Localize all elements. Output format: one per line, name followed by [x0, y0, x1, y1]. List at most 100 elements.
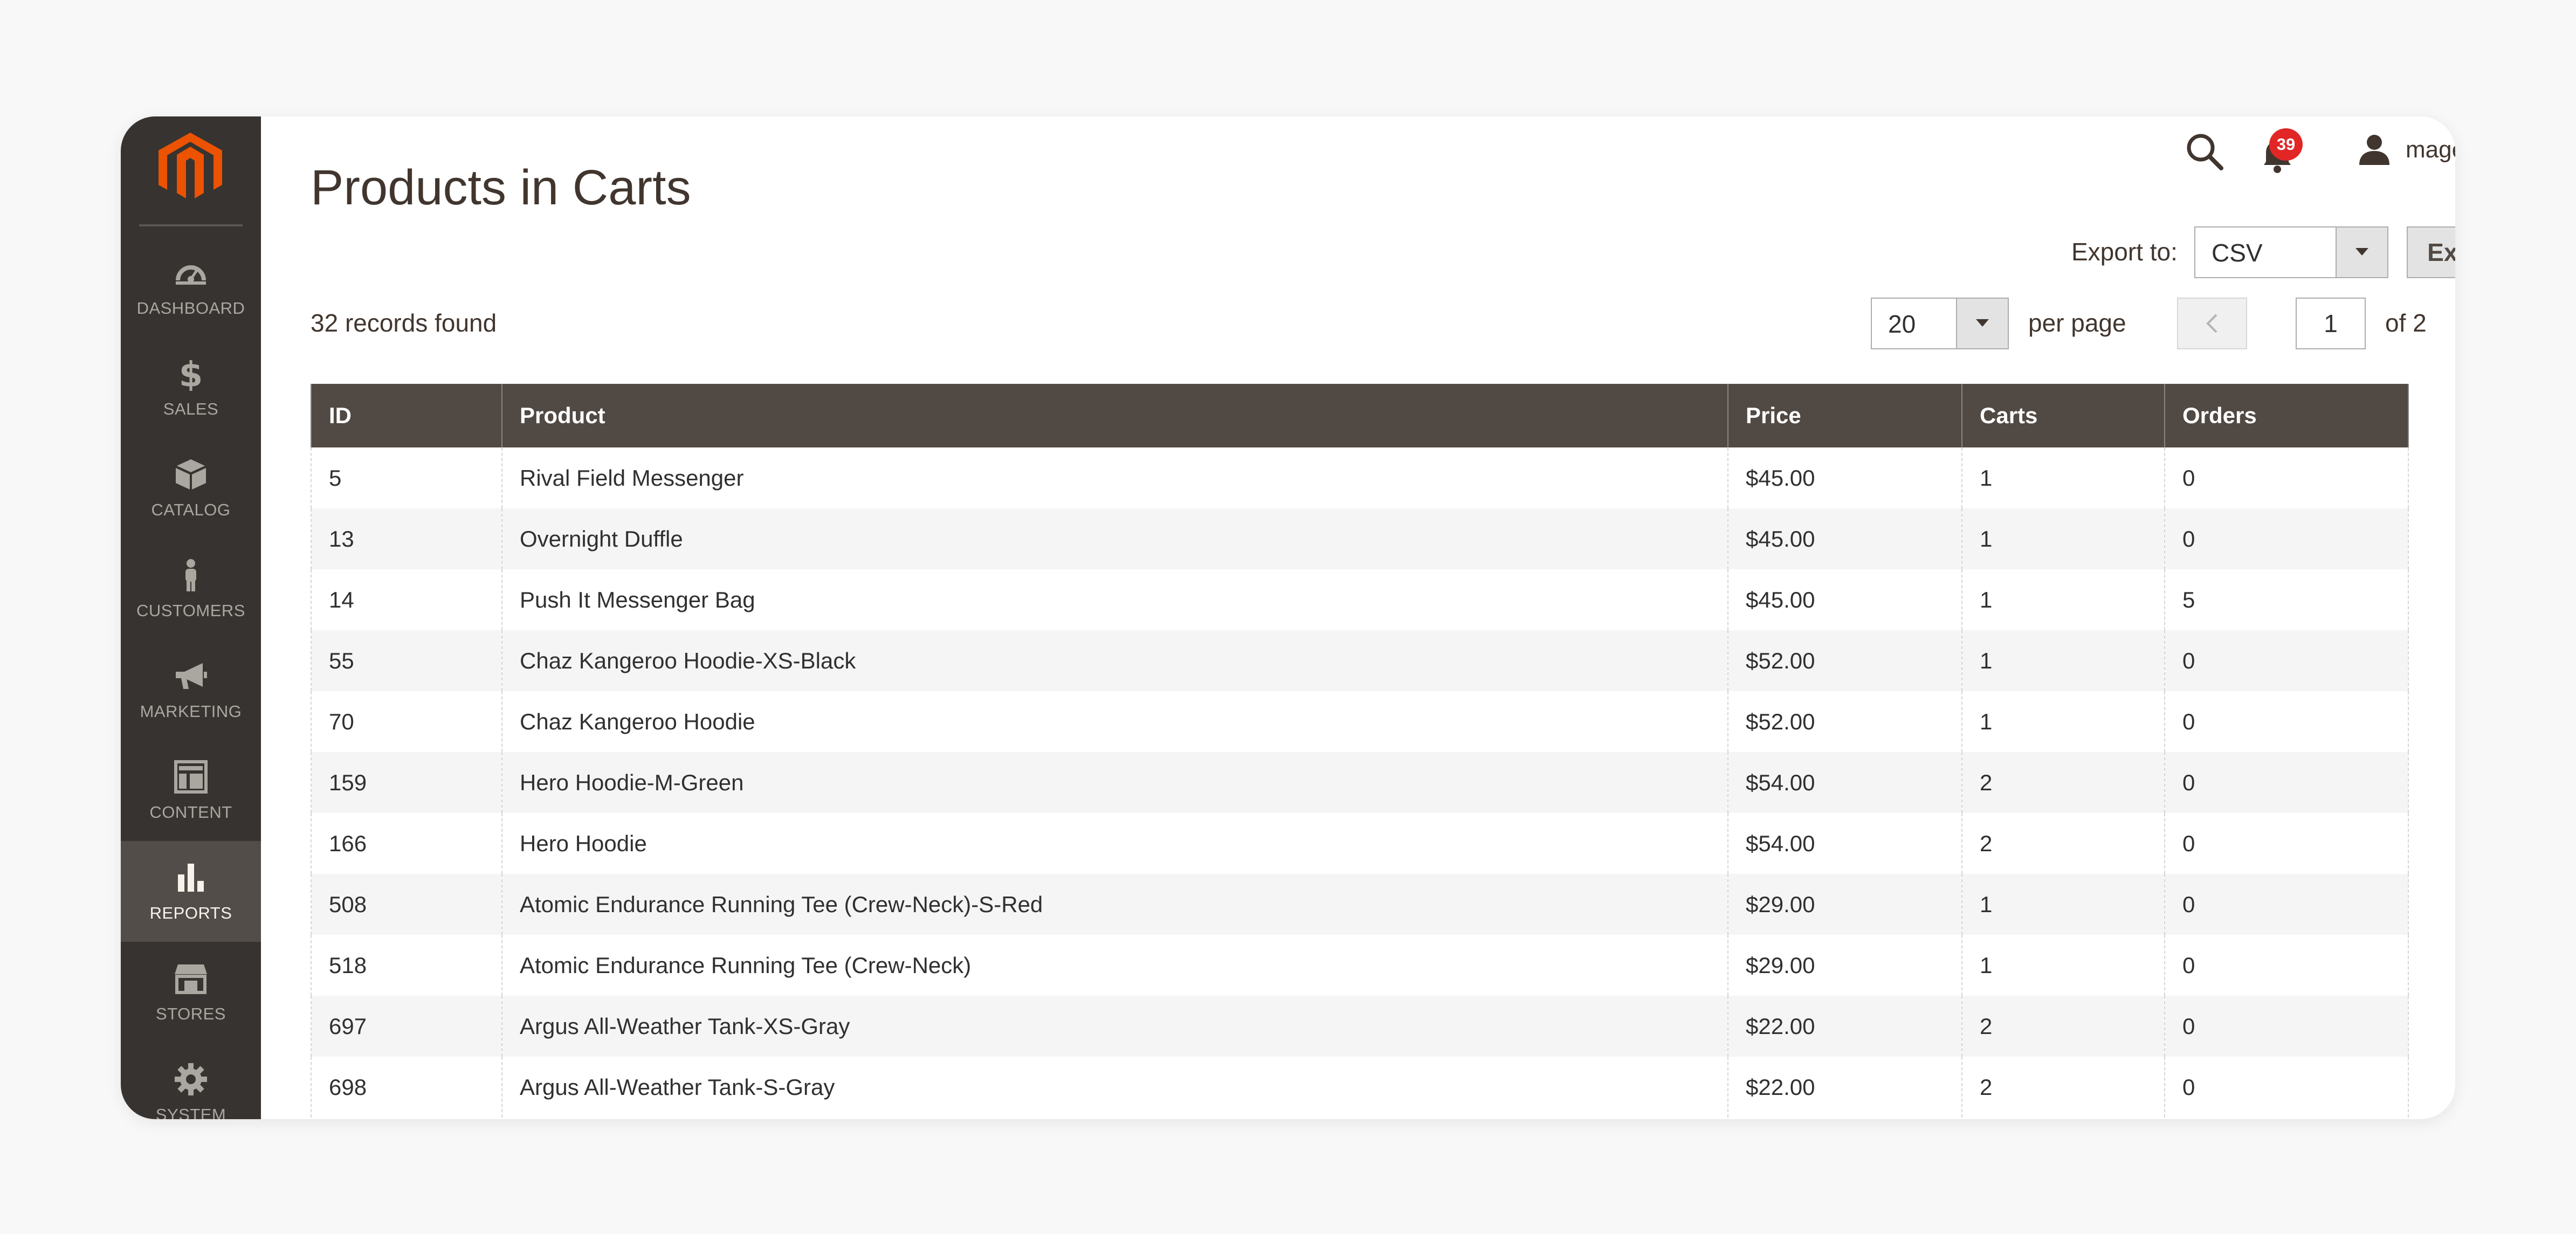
dollar-icon: $: [179, 356, 203, 391]
export-button[interactable]: Export: [2407, 226, 2455, 278]
cell-price: $45.00: [1727, 569, 1962, 630]
per-page-label: per page: [2028, 309, 2126, 337]
cell-carts: 1: [1961, 569, 2165, 630]
cell-product: Atomic Endurance Running Tee (Crew-Neck): [501, 935, 1728, 996]
main-content: Products in Carts 39 magebit: [261, 116, 2455, 1119]
sidebar-item-label: SYSTEM: [155, 1105, 226, 1120]
cell-id: 508: [311, 874, 502, 935]
cell-product: Hero Hoodie-M-Green: [501, 752, 1728, 813]
cell-id: 13: [311, 508, 502, 569]
cell-price: $54.00: [1727, 813, 1962, 874]
cell-carts: 1: [1961, 508, 2165, 569]
user-name: magebit: [2406, 136, 2455, 163]
svg-text:$: $: [179, 356, 203, 391]
column-header-price[interactable]: Price: [1727, 384, 1962, 447]
column-header-orders[interactable]: Orders: [2164, 384, 2409, 447]
chevron-down-icon: [1976, 319, 1989, 327]
table-row[interactable]: 508 Atomic Endurance Running Tee (Crew-N…: [311, 874, 2409, 935]
records-count: 32 records found: [311, 309, 497, 337]
column-header-id[interactable]: ID: [311, 384, 502, 447]
table-row[interactable]: 55 Chaz Kangeroo Hoodie-XS-Black $52.00 …: [311, 630, 2409, 691]
cell-orders: 0: [2164, 630, 2409, 691]
cell-orders: 0: [2164, 874, 2409, 935]
table-row[interactable]: 698 Argus All-Weather Tank-S-Gray $22.00…: [311, 1057, 2409, 1118]
export-select-toggle[interactable]: [2336, 228, 2387, 277]
cell-product: Chaz Kangeroo Hoodie: [501, 691, 1728, 752]
table-row[interactable]: 70 Chaz Kangeroo Hoodie $52.00 1 0: [311, 691, 2409, 752]
cell-product: Hero Hoodie: [501, 813, 1728, 874]
total-pages: of 2: [2385, 309, 2427, 337]
box-icon: [176, 459, 206, 490]
cell-product: Push It Messenger Bag: [501, 569, 1728, 630]
cell-orders: 0: [2164, 1057, 2409, 1118]
export-format-select[interactable]: CSV: [2194, 226, 2388, 278]
admin-sidebar: DASHBOARD $ SALES CATALOG CUSTOMERS MARK…: [121, 116, 261, 1119]
current-page-input[interactable]: 1: [2296, 298, 2366, 349]
sidebar-item-content[interactable]: CONTENT: [121, 740, 261, 841]
sidebar-item-label: CONTENT: [149, 802, 232, 822]
column-header-carts[interactable]: Carts: [1961, 384, 2165, 447]
per-page-toggle[interactable]: [1956, 299, 2008, 348]
cell-orders: 0: [2164, 508, 2409, 569]
cell-price: $22.00: [1727, 1057, 1962, 1118]
cell-price: $45.00: [1727, 447, 1962, 508]
cell-price: $29.00: [1727, 874, 1962, 935]
page-title: Products in Carts: [311, 160, 691, 215]
cell-orders: 0: [2164, 935, 2409, 996]
cell-carts: 1: [1961, 630, 2165, 691]
sidebar-item-sales[interactable]: $ SALES: [121, 337, 261, 438]
cell-carts: 2: [1961, 996, 2165, 1057]
cell-carts: 1: [1961, 447, 2165, 508]
cell-product: Overnight Duffle: [501, 508, 1728, 569]
global-search-button[interactable]: [2180, 127, 2229, 176]
cell-id: 14: [311, 569, 502, 630]
cell-orders: 0: [2164, 447, 2409, 508]
sidebar-item-dashboard[interactable]: DASHBOARD: [121, 236, 261, 337]
chevron-down-icon: [2355, 248, 2368, 256]
cell-price: $52.00: [1727, 691, 1962, 752]
table-row[interactable]: 166 Hero Hoodie $54.00 2 0: [311, 813, 2409, 874]
cell-id: 518: [311, 935, 502, 996]
table-row[interactable]: 14 Push It Messenger Bag $45.00 1 5: [311, 569, 2409, 630]
cell-price: $54.00: [1727, 752, 1962, 813]
sidebar-item-label: MARKETING: [140, 701, 242, 721]
cell-carts: 1: [1961, 874, 2165, 935]
cell-price: $52.00: [1727, 630, 1962, 691]
sidebar-item-marketing[interactable]: MARKETING: [121, 639, 261, 740]
cell-orders: 5: [2164, 569, 2409, 630]
per-page-select[interactable]: 20: [1871, 298, 2009, 349]
sidebar-item-stores[interactable]: STORES: [121, 942, 261, 1043]
table-row[interactable]: 13 Overnight Duffle $45.00 1 0: [311, 508, 2409, 569]
sidebar-item-system[interactable]: SYSTEM: [121, 1043, 261, 1119]
dashboard-icon: [176, 265, 206, 285]
cell-id: 166: [311, 813, 502, 874]
cell-id: 698: [311, 1057, 502, 1118]
sidebar-divider: [139, 224, 243, 226]
cell-carts: 1: [1961, 935, 2165, 996]
notification-count-badge: 39: [2269, 128, 2303, 161]
cell-product: Argus All-Weather Tank-S-Gray: [501, 1057, 1728, 1118]
previous-page-button[interactable]: [2177, 298, 2247, 349]
notifications-button[interactable]: 39: [2253, 128, 2312, 177]
cell-carts: 2: [1961, 752, 2165, 813]
products-in-carts-table: ID Product Price Carts Orders 5 Rival Fi…: [311, 384, 2409, 1118]
cell-product: Chaz Kangeroo Hoodie-XS-Black: [501, 630, 1728, 691]
table-row[interactable]: 518 Atomic Endurance Running Tee (Crew-N…: [311, 935, 2409, 996]
sidebar-item-customers[interactable]: CUSTOMERS: [121, 539, 261, 639]
table-row[interactable]: 5 Rival Field Messenger $45.00 1 0: [311, 447, 2409, 508]
table-header-row: ID Product Price Carts Orders: [311, 384, 2409, 447]
sidebar-item-reports[interactable]: REPORTS: [121, 841, 261, 942]
magento-logo-icon[interactable]: [159, 133, 222, 203]
sidebar-item-catalog[interactable]: CATALOG: [121, 438, 261, 539]
table-row[interactable]: 159 Hero Hoodie-M-Green $54.00 2 0: [311, 752, 2409, 813]
cell-carts: 2: [1961, 1057, 2165, 1118]
sidebar-item-label: SALES: [163, 399, 219, 418]
search-icon: [2187, 134, 2223, 170]
cell-product: Atomic Endurance Running Tee (Crew-Neck)…: [501, 874, 1728, 935]
bar-chart-icon: [178, 863, 204, 892]
cell-orders: 0: [2164, 996, 2409, 1057]
column-header-product[interactable]: Product: [501, 384, 1728, 447]
per-page-value: 20: [1888, 310, 1916, 338]
user-menu[interactable]: magebit: [2357, 128, 2455, 171]
table-row[interactable]: 697 Argus All-Weather Tank-XS-Gray $22.0…: [311, 996, 2409, 1057]
